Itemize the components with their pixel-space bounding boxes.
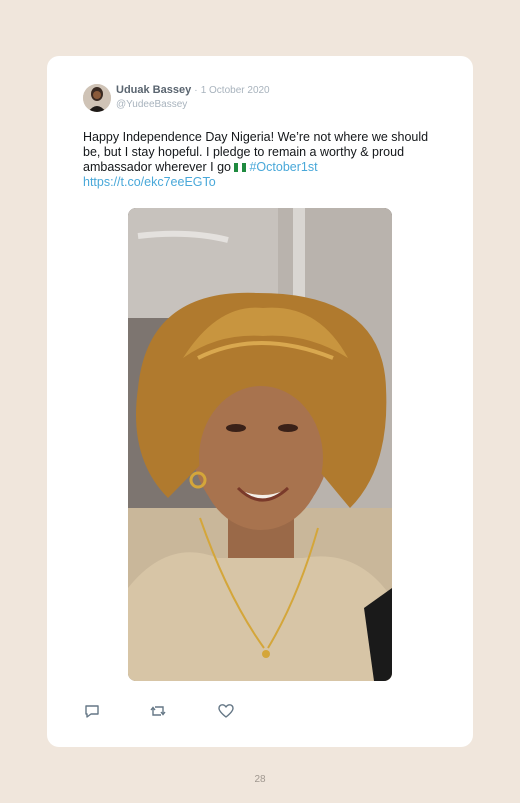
reply-icon[interactable] — [83, 702, 101, 720]
tweet-card: Uduak Bassey · 1 October 2020 @YudeeBass… — [47, 56, 473, 747]
retweet-icon[interactable] — [149, 702, 167, 720]
tweet-photo[interactable] — [128, 208, 392, 681]
author-line: Uduak Bassey · 1 October 2020 — [116, 84, 270, 96]
page-number: 28 — [254, 774, 266, 785]
hashtag-link[interactable]: #October1st — [249, 160, 317, 174]
author-handle[interactable]: @YudeeBassey — [116, 99, 187, 110]
url-link[interactable]: https://t.co/ekc7eeEGTo — [83, 175, 216, 189]
tweet-date[interactable]: 1 October 2020 — [201, 85, 270, 96]
author-name[interactable]: Uduak Bassey — [116, 84, 191, 96]
avatar[interactable] — [83, 84, 111, 112]
separator: · — [194, 85, 198, 96]
heart-icon[interactable] — [217, 702, 235, 720]
nigeria-flag-icon — [234, 163, 247, 172]
tweet-text: Happy Independence Day Nigeria! We’re no… — [83, 130, 438, 190]
tweet-actions — [83, 702, 283, 720]
